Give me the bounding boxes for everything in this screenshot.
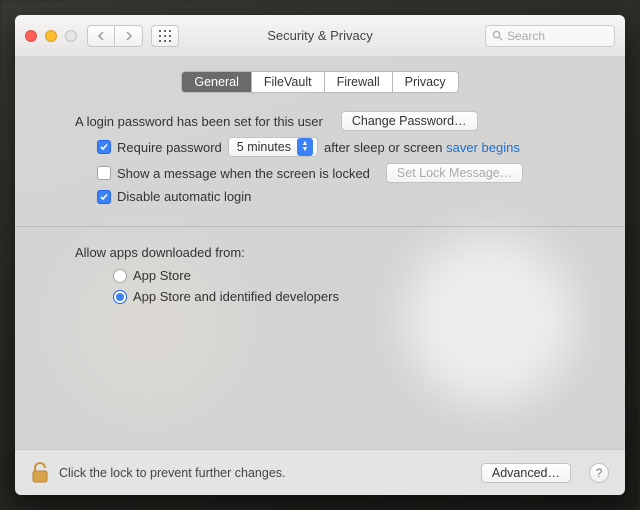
tab-filevault[interactable]: FileVault [252, 72, 325, 92]
allow-apps-heading: Allow apps downloaded from: [75, 245, 245, 260]
zoom-window-button[interactable] [65, 30, 77, 42]
prefs-tabs: General FileVault Firewall Privacy [181, 71, 458, 93]
lock-hint-text: Click the lock to prevent further change… [59, 466, 286, 480]
window-titlebar: Security & Privacy Search [15, 15, 625, 57]
show-lock-message-checkbox[interactable] [97, 166, 111, 180]
allow-apps-app-store-label: App Store [133, 268, 191, 283]
login-password-set-text: A login password has been set for this u… [75, 114, 323, 129]
disable-automatic-login-label: Disable automatic login [117, 189, 251, 204]
change-password-button[interactable]: Change Password… [341, 111, 478, 131]
allow-apps-app-store-radio[interactable] [113, 269, 127, 283]
allow-apps-identified-developers-label: App Store and identified developers [133, 289, 339, 304]
require-password-delay-select[interactable]: 5 minutes ▲▼ [228, 137, 318, 157]
help-button[interactable]: ? [589, 463, 609, 483]
section-divider [15, 226, 625, 227]
disable-automatic-login-checkbox[interactable] [97, 190, 111, 204]
show-lock-message-label: Show a message when the screen is locked [117, 166, 370, 181]
general-pane: A login password has been set for this u… [15, 103, 625, 304]
forward-button[interactable] [115, 25, 143, 47]
lock-icon[interactable] [31, 462, 49, 484]
window-controls [25, 30, 77, 42]
stepper-arrows-icon: ▲▼ [297, 138, 313, 156]
search-placeholder: Search [507, 29, 545, 43]
require-password-suffix: after sleep or screen saver begins [324, 140, 520, 155]
set-lock-message-button[interactable]: Set Lock Message… [386, 163, 523, 183]
nav-back-forward [87, 25, 143, 47]
require-password-checkbox[interactable] [97, 140, 111, 154]
preferences-window: Security & Privacy Search General FileVa… [15, 15, 625, 495]
show-all-prefs-button[interactable] [151, 25, 179, 47]
search-input[interactable]: Search [485, 25, 615, 47]
allow-apps-identified-developers-radio[interactable] [113, 290, 127, 304]
back-button[interactable] [87, 25, 115, 47]
search-icon [492, 30, 503, 41]
tab-general[interactable]: General [182, 72, 251, 92]
minimize-window-button[interactable] [45, 30, 57, 42]
require-password-label: Require password [117, 140, 222, 155]
tab-firewall[interactable]: Firewall [325, 72, 393, 92]
close-window-button[interactable] [25, 30, 37, 42]
pane-footer: Click the lock to prevent further change… [15, 449, 625, 495]
tab-privacy[interactable]: Privacy [393, 72, 458, 92]
saver-begins-link[interactable]: saver begins [446, 140, 520, 155]
advanced-button[interactable]: Advanced… [481, 463, 571, 483]
